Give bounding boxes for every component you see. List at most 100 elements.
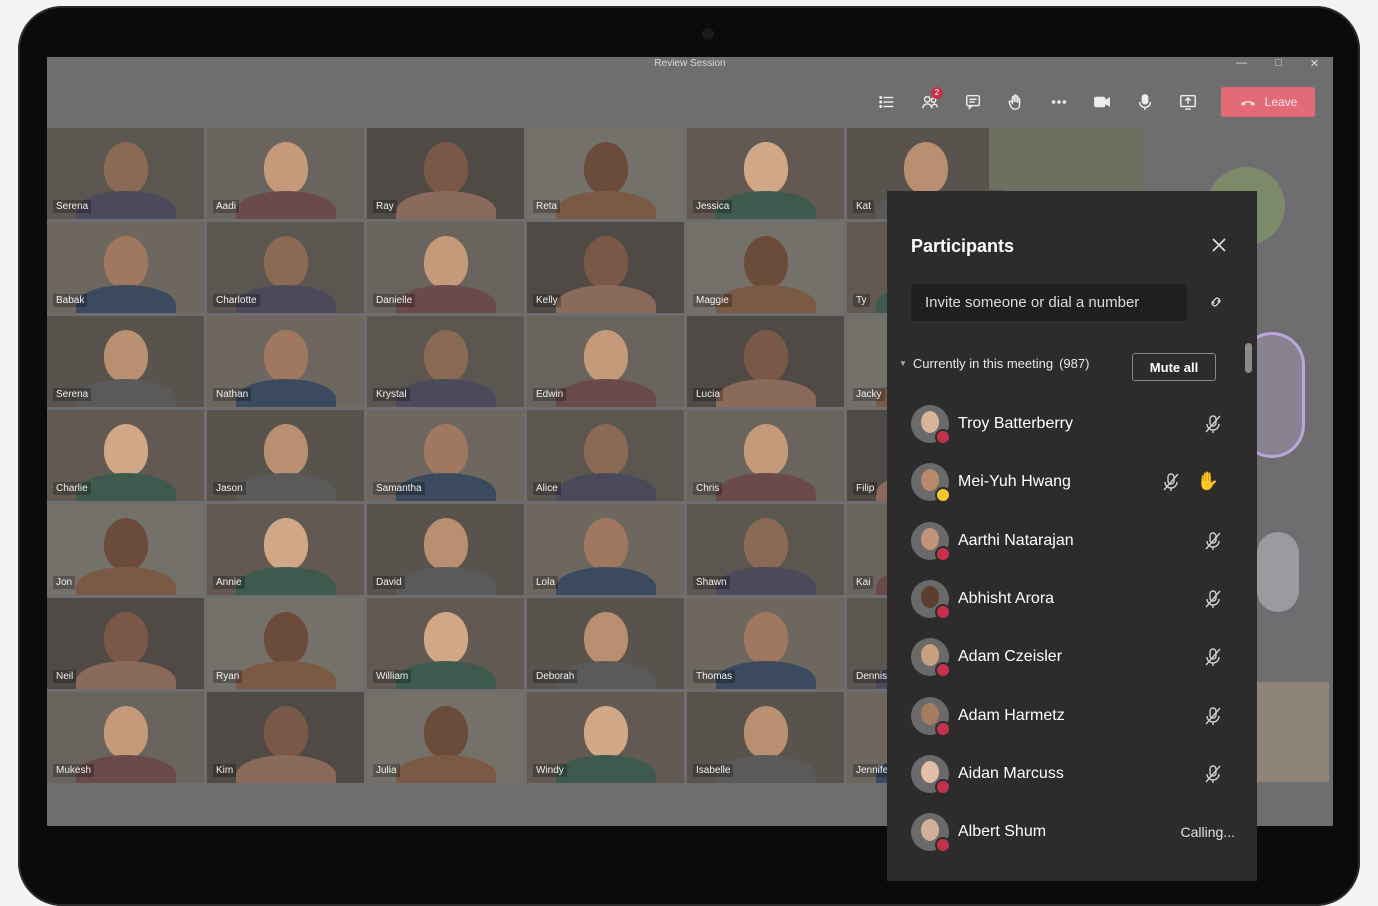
video-tile[interactable]: Reta bbox=[527, 128, 684, 219]
video-tile[interactable]: Jessica bbox=[687, 128, 844, 219]
mute-all-button[interactable]: Mute all bbox=[1132, 353, 1216, 381]
video-tile[interactable]: Serena bbox=[47, 316, 204, 407]
participant-body bbox=[555, 379, 656, 407]
tile-name-label: Serena bbox=[53, 200, 92, 213]
video-tile[interactable] bbox=[989, 128, 1144, 190]
mic-off-icon[interactable] bbox=[1203, 531, 1223, 551]
invite-input[interactable]: Invite someone or dial a number bbox=[911, 284, 1187, 321]
mic-off-icon[interactable] bbox=[1161, 472, 1181, 492]
tile-name-label: Lola bbox=[533, 576, 558, 589]
participant-body bbox=[235, 661, 336, 689]
video-tile[interactable]: Lola bbox=[527, 504, 684, 595]
video-tile[interactable]: Jason bbox=[207, 410, 364, 501]
avatar-face bbox=[921, 527, 939, 550]
avatar bbox=[911, 813, 951, 854]
video-tile[interactable]: Isabelle bbox=[687, 692, 844, 783]
video-tile[interactable]: Lucia bbox=[687, 316, 844, 407]
participants-button[interactable]: 2 bbox=[908, 87, 951, 117]
video-tile[interactable]: Annie bbox=[207, 504, 364, 595]
video-tile[interactable]: Serena bbox=[47, 128, 204, 219]
close-window-icon[interactable]: ✕ bbox=[1310, 57, 1319, 70]
maximize-icon[interactable]: □ bbox=[1275, 57, 1282, 70]
video-tile[interactable]: Ray bbox=[367, 128, 524, 219]
minimize-icon[interactable]: — bbox=[1236, 57, 1247, 70]
mic-off-icon[interactable] bbox=[1203, 414, 1223, 434]
video-tile[interactable]: Shawn bbox=[687, 504, 844, 595]
participant-face bbox=[423, 330, 468, 382]
tile-name-label: Jason bbox=[213, 482, 246, 495]
window-controls: — □ ✕ bbox=[1236, 57, 1319, 70]
participant-body bbox=[235, 567, 336, 595]
participant-row[interactable]: Aidan Marcuss bbox=[911, 745, 1231, 803]
participant-face bbox=[743, 424, 788, 476]
participant-row[interactable]: Albert Shum Calling... bbox=[911, 803, 1235, 861]
video-tile[interactable]: Ryan bbox=[207, 598, 364, 689]
mic-off-icon[interactable] bbox=[1203, 706, 1223, 726]
participant-name: Mei-Yuh Hwang bbox=[958, 473, 1071, 491]
video-tile[interactable]: Charlie bbox=[47, 410, 204, 501]
participant-row[interactable]: Adam Harmetz bbox=[911, 686, 1231, 744]
participant-body bbox=[75, 567, 176, 595]
link-icon[interactable] bbox=[1207, 293, 1225, 311]
video-grid: Serena Aadi Ray Reta Jessica Kat Babak Charlott… bbox=[47, 128, 1004, 783]
video-tile[interactable]: Nathan bbox=[207, 316, 364, 407]
video-tile[interactable]: Charlotte bbox=[207, 222, 364, 313]
tile-name-label: Edwin bbox=[533, 388, 567, 401]
participant-face bbox=[423, 424, 468, 476]
video-tile[interactable]: Kelly bbox=[527, 222, 684, 313]
agenda-button[interactable] bbox=[865, 87, 908, 117]
participant-row[interactable]: Aarthi Natarajan bbox=[911, 512, 1231, 570]
camera-button[interactable] bbox=[1080, 87, 1123, 117]
mic-off-icon[interactable] bbox=[1203, 589, 1223, 609]
participant-face bbox=[103, 706, 148, 758]
video-tile[interactable]: William bbox=[367, 598, 524, 689]
avatar-face bbox=[921, 644, 939, 667]
chat-button[interactable] bbox=[951, 87, 994, 117]
video-tile[interactable]: Mukesh bbox=[47, 692, 204, 783]
video-tile[interactable]: Kim bbox=[207, 692, 364, 783]
tile-name-label: Maggie bbox=[693, 294, 732, 307]
participant-face bbox=[583, 330, 628, 382]
raise-hand-button[interactable] bbox=[994, 87, 1037, 117]
participant-row[interactable]: Abhisht Arora bbox=[911, 570, 1231, 628]
participant-row[interactable]: Troy Batterberry bbox=[911, 395, 1231, 453]
tile-name-label: Kai bbox=[853, 576, 874, 589]
mic-off-icon[interactable] bbox=[1203, 764, 1223, 784]
panel-title: Participants bbox=[911, 236, 1015, 256]
video-tile[interactable]: Alice bbox=[527, 410, 684, 501]
video-tile[interactable]: Windy bbox=[527, 692, 684, 783]
participant-row[interactable]: Mei-Yuh Hwang ✋ bbox=[911, 453, 1231, 511]
participant-name: Troy Batterberry bbox=[958, 415, 1073, 433]
video-tile[interactable]: Edwin bbox=[527, 316, 684, 407]
video-tile[interactable]: Samantha bbox=[367, 410, 524, 501]
section-label: Currently in this meeting bbox=[912, 356, 1054, 371]
participant-body bbox=[555, 473, 656, 501]
video-tile[interactable]: Jon bbox=[47, 504, 204, 595]
tile-name-label: Charlotte bbox=[213, 294, 260, 307]
mic-off-icon[interactable] bbox=[1203, 647, 1223, 667]
mic-button[interactable] bbox=[1123, 87, 1166, 117]
participant-face bbox=[423, 706, 468, 758]
video-tile[interactable]: Thomas bbox=[687, 598, 844, 689]
video-tile[interactable]: Neil bbox=[47, 598, 204, 689]
video-tile[interactable]: Deborah bbox=[527, 598, 684, 689]
share-button[interactable] bbox=[1166, 87, 1209, 117]
video-tile[interactable]: Babak bbox=[47, 222, 204, 313]
meeting-section-header[interactable]: ▼ Currently in this meeting (987) bbox=[899, 356, 1089, 371]
video-tile[interactable]: Maggie bbox=[687, 222, 844, 313]
scrollbar[interactable] bbox=[1245, 343, 1252, 373]
video-tile[interactable]: Chris bbox=[687, 410, 844, 501]
video-tile[interactable]: Danielle bbox=[367, 222, 524, 313]
video-tile[interactable]: David bbox=[367, 504, 524, 595]
more-button[interactable] bbox=[1037, 87, 1080, 117]
tile-name-label: Neil bbox=[53, 670, 77, 683]
participant-face bbox=[263, 236, 308, 288]
participant-name: Albert Shum bbox=[958, 823, 1047, 841]
participant-row[interactable]: Adam Czeisler bbox=[911, 628, 1231, 686]
leave-button[interactable]: Leave bbox=[1221, 87, 1315, 117]
presence-status-icon bbox=[935, 604, 951, 621]
video-tile[interactable]: Julia bbox=[367, 692, 524, 783]
video-tile[interactable]: Aadi bbox=[207, 128, 364, 219]
close-icon[interactable] bbox=[1211, 237, 1227, 253]
video-tile[interactable]: Krystal bbox=[367, 316, 524, 407]
